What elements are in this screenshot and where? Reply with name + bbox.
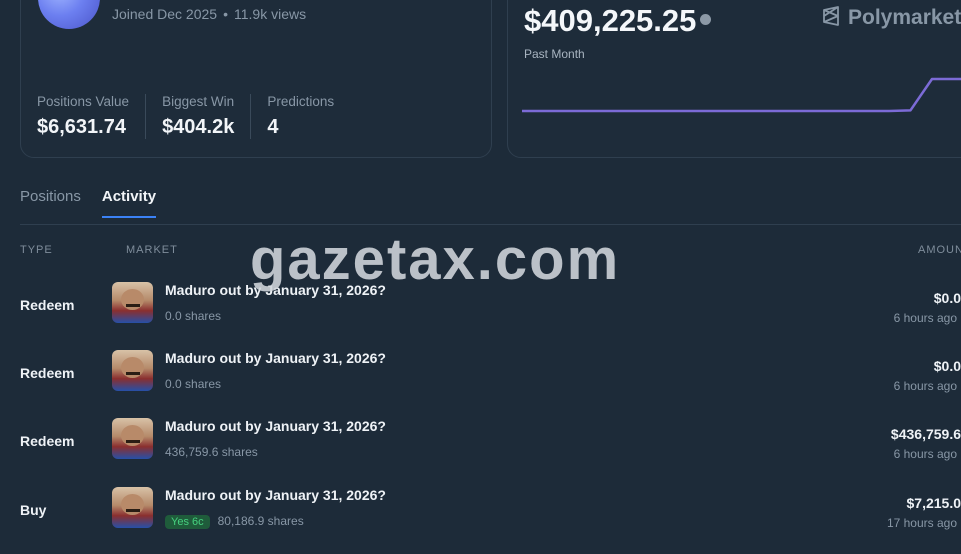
outcome-pill: Yes 6c	[165, 515, 210, 529]
pnl-line	[522, 79, 961, 111]
activity-amount: $0.0	[934, 290, 961, 306]
activity-time: 17 hours ago	[887, 516, 957, 530]
profile-stats: Positions Value $6,631.74 Biggest Win $4…	[37, 94, 366, 139]
stat-positions-value: Positions Value $6,631.74	[37, 94, 146, 139]
view-count: 11.9k views	[234, 6, 306, 22]
stat-label: Predictions	[267, 94, 334, 109]
stat-value: 4	[267, 116, 334, 139]
market-thumbnail[interactable]	[112, 418, 153, 459]
stat-biggest-win: Biggest Win $404.2k	[162, 94, 251, 139]
brand-logo: Polymarket	[822, 6, 961, 30]
share-count: 0.0 shares	[165, 309, 221, 323]
stat-value: $6,631.74	[37, 116, 129, 139]
market-title[interactable]: Maduro out by January 31, 2026?	[165, 487, 386, 503]
profile-card: Joined Dec 2025 • 11.9k views Positions Va…	[20, 0, 492, 158]
activity-row[interactable]: Buy Maduro out by January 31, 2026? Yes …	[0, 486, 961, 554]
activity-type: Redeem	[20, 433, 74, 449]
profile-meta: Joined Dec 2025 • 11.9k views	[112, 6, 306, 22]
activity-type: Buy	[20, 502, 46, 518]
pnl-amount: $409,225.25	[524, 3, 711, 39]
pnl-chart	[522, 76, 961, 136]
activity-time: 6 hours ago	[894, 311, 957, 325]
pnl-card: $409,225.25 Past Month Polymarket	[507, 0, 961, 158]
tab-bar: Positions Activity	[20, 188, 177, 218]
activity-type: Redeem	[20, 365, 74, 381]
activity-time: 6 hours ago	[894, 379, 957, 393]
activity-amount: $7,215.0	[907, 495, 961, 511]
share-info: Yes 6c 80,186.9 shares	[165, 514, 304, 529]
activity-row[interactable]: Redeem Maduro out by January 31, 2026? 0…	[0, 349, 961, 417]
info-icon[interactable]	[700, 14, 711, 25]
avatar[interactable]	[38, 0, 100, 29]
column-header-amount[interactable]: AMOUN	[918, 244, 961, 256]
activity-time: 6 hours ago	[894, 447, 957, 461]
brand-name: Polymarket	[848, 6, 961, 29]
meta-separator: •	[223, 6, 228, 22]
activity-row[interactable]: Redeem Maduro out by January 31, 2026? 4…	[0, 417, 961, 485]
stat-label: Positions Value	[37, 94, 129, 109]
stat-value: $404.2k	[162, 116, 234, 139]
tabs-divider	[20, 224, 961, 225]
pnl-value: $409,225.25	[524, 3, 696, 38]
market-thumbnail[interactable]	[112, 282, 153, 323]
market-title[interactable]: Maduro out by January 31, 2026?	[165, 350, 386, 366]
activity-type: Redeem	[20, 297, 74, 313]
polymarket-icon	[822, 6, 840, 26]
joined-date: Joined Dec 2025	[112, 6, 217, 22]
tab-positions[interactable]: Positions	[20, 188, 81, 218]
tab-activity[interactable]: Activity	[102, 188, 156, 218]
stat-label: Biggest Win	[162, 94, 234, 109]
column-header-type[interactable]: TYPE	[20, 244, 53, 256]
pnl-period: Past Month	[524, 47, 585, 61]
stat-predictions: Predictions 4	[267, 94, 350, 139]
market-thumbnail[interactable]	[112, 350, 153, 391]
column-header-market[interactable]: MARKET	[126, 244, 178, 256]
share-count: 80,186.9 shares	[218, 514, 304, 528]
share-count: 0.0 shares	[165, 377, 221, 391]
activity-amount: $436,759.6	[891, 426, 961, 442]
share-count: 436,759.6 shares	[165, 445, 258, 459]
activity-amount: $0.0	[934, 358, 961, 374]
watermark: gazetax.com	[250, 226, 620, 293]
market-title[interactable]: Maduro out by January 31, 2026?	[165, 418, 386, 434]
market-thumbnail[interactable]	[112, 487, 153, 528]
